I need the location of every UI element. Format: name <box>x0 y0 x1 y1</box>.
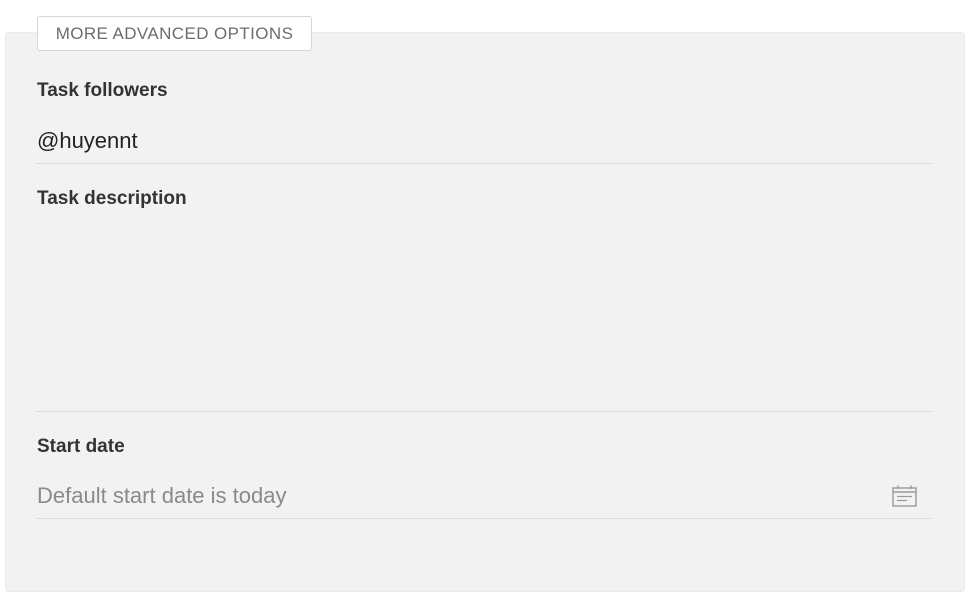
task-followers-label: Task followers <box>37 80 168 101</box>
task-followers-input[interactable] <box>37 119 932 164</box>
more-advanced-options-button[interactable]: MORE ADVANCED OPTIONS <box>37 16 312 51</box>
start-date-label: Start date <box>37 436 125 457</box>
start-date-input[interactable] <box>37 474 932 519</box>
calendar-icon[interactable] <box>892 485 917 507</box>
task-description-textarea[interactable] <box>37 225 932 412</box>
task-description-label: Task description <box>37 188 187 209</box>
